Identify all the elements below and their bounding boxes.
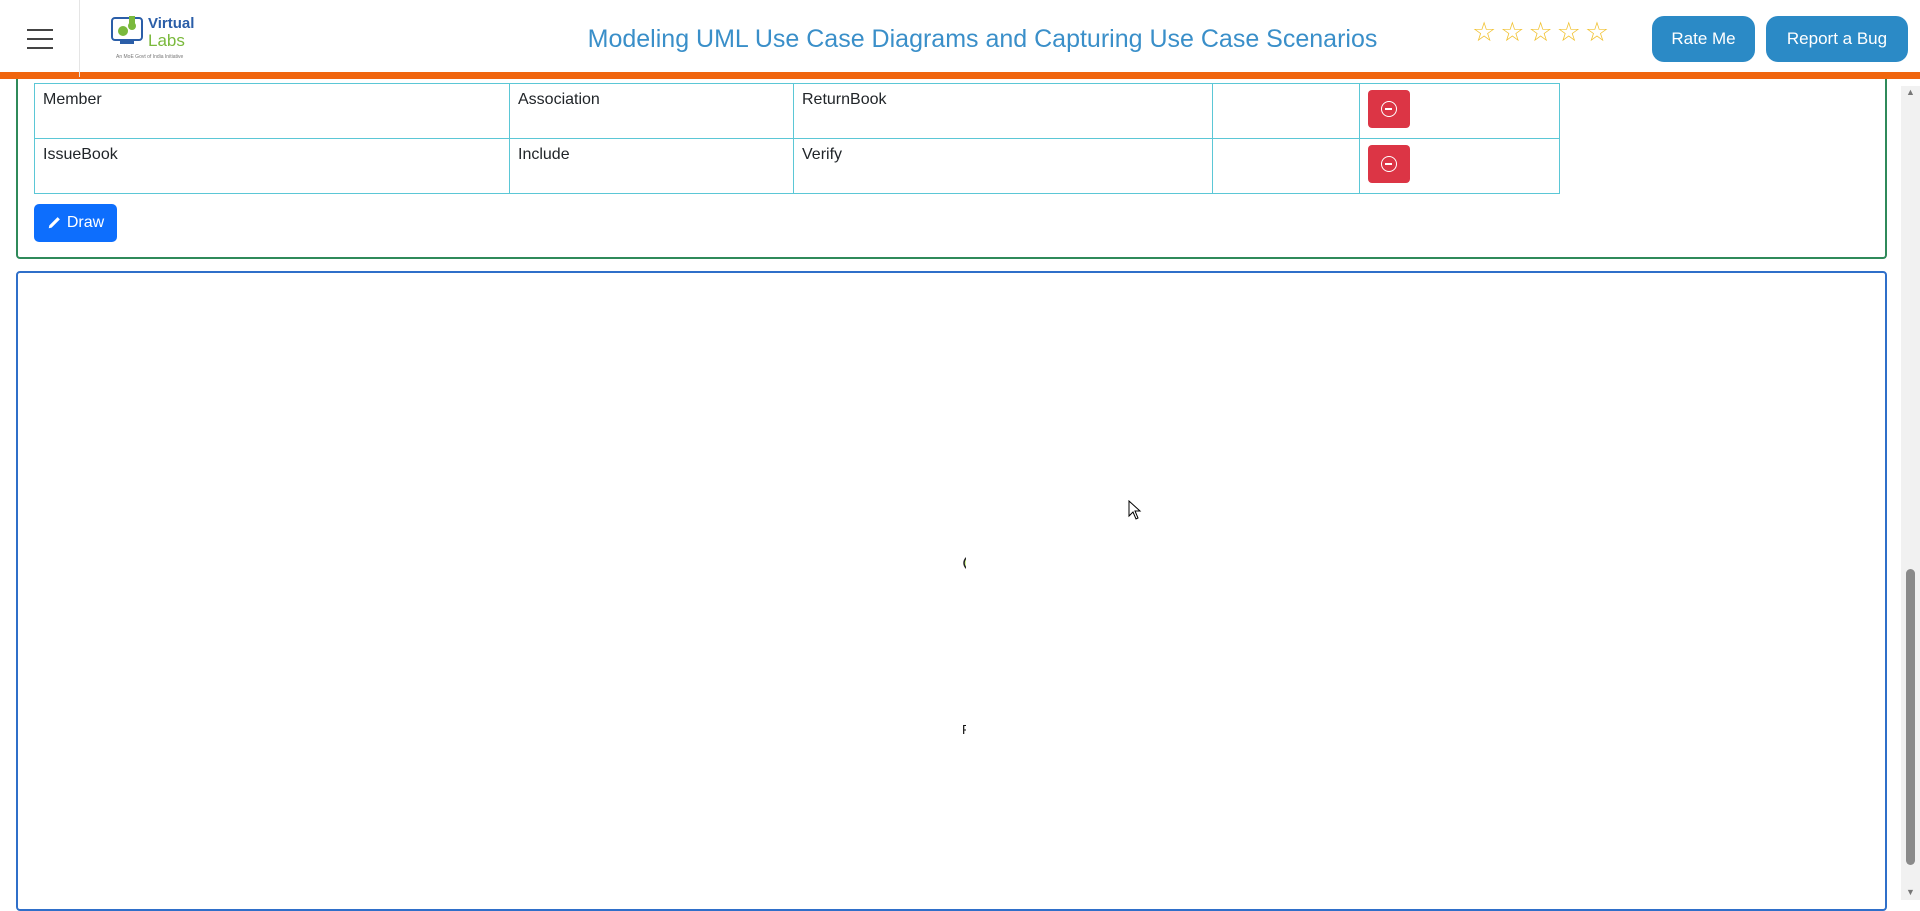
page-title: Modeling UML Use Case Diagrams and Captu… (587, 25, 1378, 53)
scroll-up-icon[interactable]: ▲ (1906, 88, 1915, 97)
relation-cell: Include (509, 138, 794, 194)
from-cell: Member (34, 83, 510, 139)
use-case-label: R (962, 722, 971, 737)
star-outline-icon[interactable]: ☆ (1500, 19, 1524, 46)
diagram-svg: R (962, 548, 1040, 743)
pencil-icon (48, 217, 60, 229)
scroll-down-icon[interactable]: ▼ (1906, 888, 1915, 897)
star-outline-icon[interactable]: ☆ (1557, 19, 1581, 46)
app-header: Virtual Labs An MoE Govt of India Initia… (0, 0, 1920, 79)
extra-cell (1212, 83, 1360, 139)
hamburger-menu-icon (26, 28, 53, 49)
page-scrollbar[interactable]: ▲ ▼ (1901, 86, 1920, 900)
action-cell (1359, 83, 1560, 139)
scroll-thumb[interactable] (1906, 569, 1915, 865)
minus-circle-icon (1381, 156, 1397, 172)
remove-row-button[interactable] (1368, 145, 1410, 183)
use-case-node[interactable] (963, 548, 1040, 578)
mouse-cursor-icon (1128, 500, 1142, 520)
relation-cell: Association (509, 83, 794, 139)
table-row: Member Association ReturnBook (34, 83, 1560, 139)
from-cell: IssueBook (34, 138, 510, 194)
to-cell: ReturnBook (793, 83, 1213, 139)
virtual-labs-logo[interactable]: Virtual Labs An MoE Govt of India Initia… (110, 12, 200, 62)
logo-tagline: An MoE Govt of India Initiative (116, 54, 184, 60)
logo-line1: Virtual (148, 15, 195, 32)
minus-circle-icon (1381, 101, 1397, 117)
flask-monitor-icon (111, 16, 143, 44)
star-outline-icon[interactable]: ☆ (1585, 19, 1609, 46)
to-cell: Verify (793, 138, 1213, 194)
action-cell (1359, 138, 1560, 194)
remove-row-button[interactable] (1368, 90, 1410, 128)
table-row: IssueBook Include Verify (34, 138, 1560, 194)
menu-button[interactable] (0, 0, 80, 77)
diagram-canvas[interactable]: R (16, 271, 1887, 911)
draw-button[interactable]: Draw (34, 204, 117, 242)
rate-me-button[interactable]: Rate Me (1652, 16, 1755, 62)
star-outline-icon[interactable]: ☆ (1528, 19, 1552, 46)
use-case-node[interactable] (967, 715, 1037, 743)
relations-table: Member Association ReturnBook IssueBook … (34, 83, 1560, 194)
rating-stars: ☆ ☆ ☆ ☆ ☆ (1472, 19, 1609, 46)
star-outline-icon[interactable]: ☆ (1472, 19, 1496, 46)
report-bug-button[interactable]: Report a Bug (1766, 16, 1908, 62)
logo-line2: Labs (148, 31, 185, 50)
draw-label: Draw (66, 214, 105, 231)
extra-cell (1212, 138, 1360, 194)
